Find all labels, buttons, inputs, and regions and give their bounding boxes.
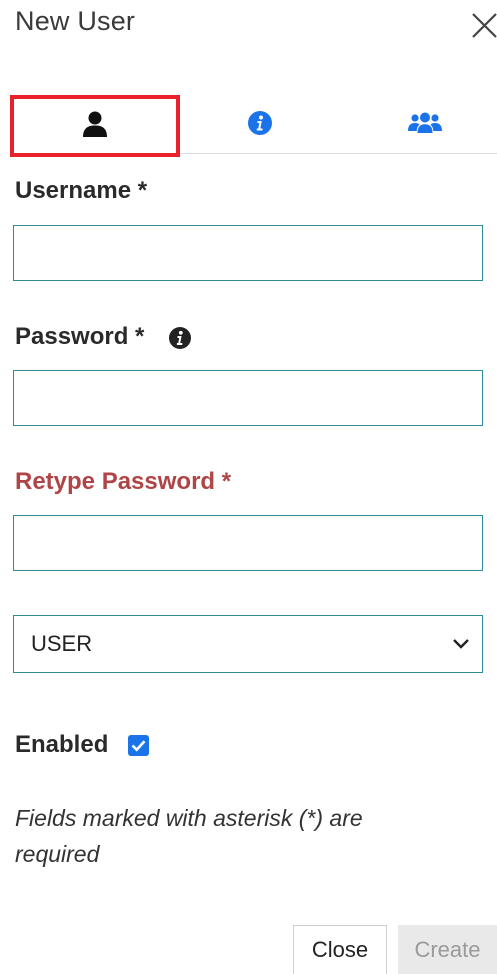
- password-input[interactable]: [13, 370, 483, 426]
- username-input[interactable]: [13, 225, 483, 281]
- retype-password-input[interactable]: [13, 515, 483, 571]
- role-select[interactable]: USER: [13, 615, 483, 673]
- retype-password-label: Retype Password *: [15, 468, 232, 495]
- chevron-down-icon: [452, 636, 470, 650]
- create-button[interactable]: Create: [398, 925, 497, 974]
- new-user-dialog: New User Username * Password * Retype Pa…: [0, 0, 497, 974]
- tab-user[interactable]: [10, 95, 180, 157]
- required-fields-note: Fields marked with asterisk (*) are requ…: [15, 805, 363, 867]
- info-circle-icon: [247, 110, 273, 141]
- info-circle-icon[interactable]: [168, 326, 192, 350]
- close-button[interactable]: Close: [293, 925, 387, 974]
- tab-info[interactable]: [180, 95, 340, 155]
- tab-divider: [180, 153, 497, 154]
- dialog-title: New User: [15, 6, 136, 36]
- username-label: Username *: [15, 177, 148, 204]
- tab-bar: [0, 95, 497, 157]
- user-icon: [82, 111, 108, 142]
- tab-groups[interactable]: [345, 95, 497, 155]
- users-group-icon: [408, 111, 442, 140]
- close-x-icon[interactable]: [470, 10, 497, 40]
- password-label: Password *: [15, 323, 145, 350]
- enabled-checkbox[interactable]: [128, 735, 149, 756]
- role-select-value: USER: [31, 631, 93, 656]
- checkmark-icon: [131, 740, 146, 752]
- enabled-label: Enabled: [15, 731, 109, 758]
